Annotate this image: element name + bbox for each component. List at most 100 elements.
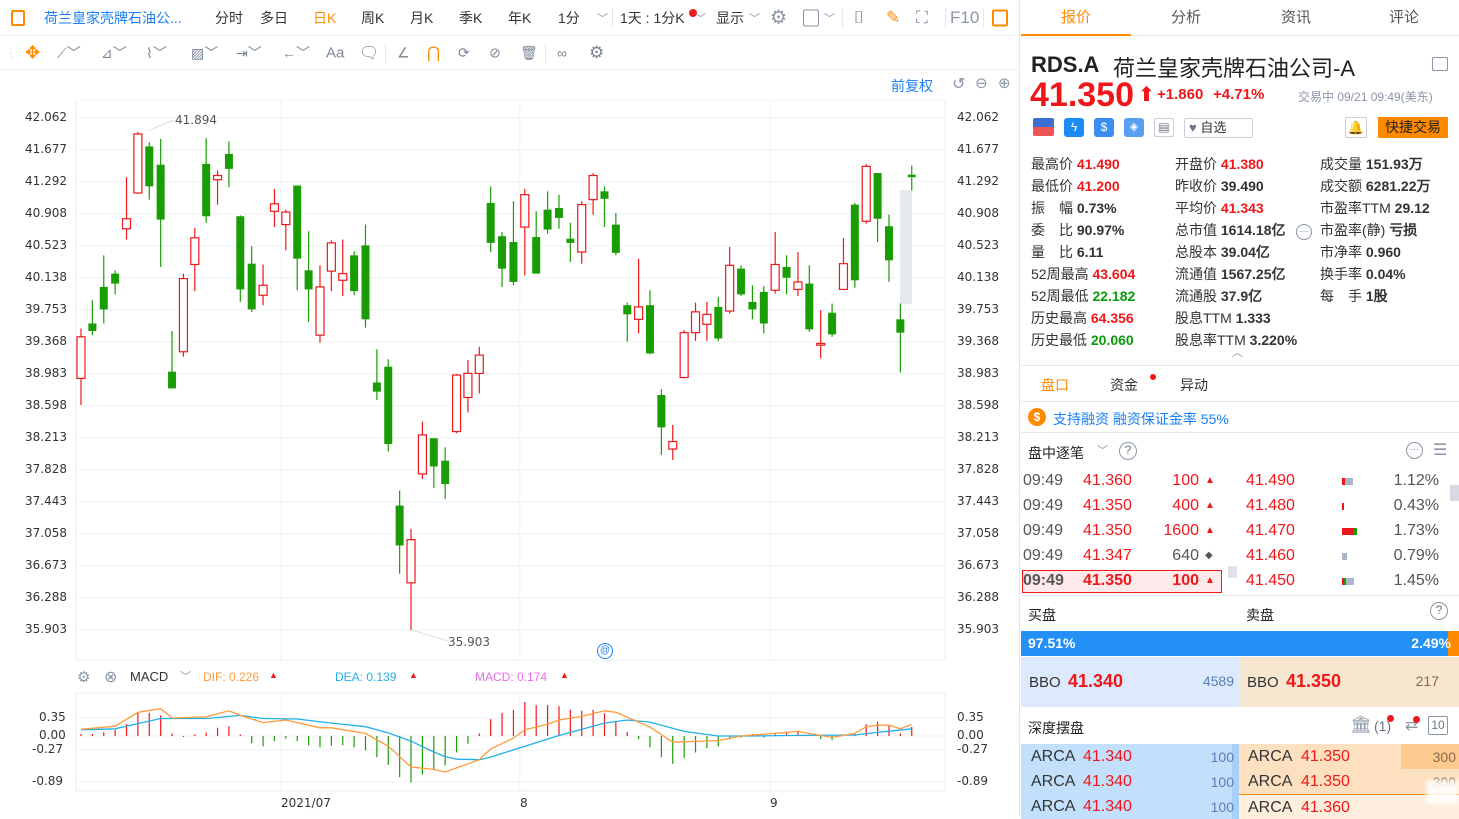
tab-news[interactable]: 资讯: [1241, 0, 1351, 36]
tag-icon[interactable]: ◈: [1124, 118, 1144, 137]
margin-note[interactable]: 支持融资 融资保证金率 55%: [1053, 409, 1229, 429]
depth-bid-row[interactable]: ARCA 41.340 100: [1021, 744, 1239, 769]
fibonacci-tool-icon[interactable]: ▨﹀: [191, 43, 218, 63]
drag-handle-icon[interactable]: ⋮: [5, 46, 17, 60]
ticks-title[interactable]: 盘中逐笔: [1028, 443, 1084, 463]
subtab-orderbook[interactable]: 盘口: [1041, 375, 1069, 395]
zoom-out-icon[interactable]: ⊖: [975, 74, 988, 92]
hide-icon[interactable]: ⊘: [489, 44, 501, 61]
depth-levels-button[interactable]: 10: [1428, 716, 1448, 735]
list-icon[interactable]: ☰: [1433, 440, 1447, 460]
period-tab[interactable]: 年K: [508, 8, 531, 28]
tick-row[interactable]: 09:49 41.350 1600 ▲ 41.470 1.73%: [1021, 520, 1449, 544]
chevron-down-icon[interactable]: ﹀: [180, 668, 191, 684]
gear-icon[interactable]: ⚙: [589, 43, 604, 63]
depth-bid-row[interactable]: ARCA 41.340 100: [1021, 794, 1239, 819]
flash-icon[interactable]: ϟ: [1064, 118, 1084, 137]
depth-ask-row[interactable]: ARCA 41.350 300: [1239, 744, 1459, 769]
line-tool-icon[interactable]: ⟋﹀: [57, 43, 81, 63]
period-tab[interactable]: 分时: [215, 8, 243, 28]
magnet-icon[interactable]: ⋂: [427, 43, 440, 63]
display-menu[interactable]: 显示: [716, 8, 744, 28]
wave-tool-icon[interactable]: ⌇﹀: [146, 43, 167, 63]
tick-row[interactable]: 09:49 41.360 100 ▲ 41.490 1.12%: [1021, 470, 1449, 494]
measure-tool-icon[interactable]: ⇥﹀: [236, 43, 262, 63]
indicator-name[interactable]: MACD: [130, 669, 168, 684]
period-tab[interactable]: 月K: [410, 8, 433, 28]
more-icon[interactable]: ···: [1406, 442, 1423, 459]
stat-value: 41.490: [1076, 156, 1120, 172]
text-tool[interactable]: Aa: [326, 44, 344, 61]
layout-icon[interactable]: [803, 9, 819, 26]
candle-up: [588, 174, 598, 201]
dollar-icon[interactable]: $: [1094, 118, 1114, 137]
up-arrow-icon: ▲: [1205, 575, 1215, 586]
gear-icon[interactable]: ⚙: [770, 6, 787, 29]
detail-icon[interactable]: [1432, 57, 1448, 71]
arrow-tool-icon[interactable]: ←﹀: [282, 43, 310, 63]
chevron-down-icon[interactable]: ﹀: [597, 10, 608, 26]
depth-bid-row[interactable]: ARCA 41.340 100: [1021, 769, 1239, 794]
subtab-movements[interactable]: 异动: [1180, 375, 1208, 395]
tab-comments[interactable]: 评论: [1349, 0, 1459, 36]
chevron-down-icon[interactable]: ﹀: [695, 10, 706, 26]
pencil-icon[interactable]: ✎: [886, 8, 900, 28]
help-icon[interactable]: ?: [1430, 602, 1448, 620]
trash-icon[interactable]: 🗑: [520, 44, 538, 61]
tick-row[interactable]: 09:49 41.350 400 ▲ 41.480 0.43%: [1021, 495, 1449, 519]
candle-down: [828, 312, 837, 335]
period-tab-active[interactable]: 日K: [313, 8, 336, 28]
bid-pct: 97.51%: [1028, 635, 1076, 651]
candle-down: [350, 255, 359, 292]
bbo-ask[interactable]: BBO 41.350 217: [1239, 657, 1459, 707]
gear-icon[interactable]: ⚙: [77, 668, 90, 686]
chevron-down-icon[interactable]: ﹀: [824, 10, 835, 26]
bbo-bid[interactable]: BBO 41.340 4589: [1021, 657, 1239, 707]
period-tab[interactable]: 季K: [459, 8, 482, 28]
zoom-in-icon[interactable]: ⊕: [998, 74, 1011, 92]
stock-name-link[interactable]: 荷兰皇家壳牌石油公...: [44, 8, 182, 28]
polyline-tool-icon[interactable]: ⊿﹀: [101, 43, 127, 63]
comment-icon[interactable]: 🗨: [359, 43, 379, 63]
macd-chart[interactable]: [0, 690, 1020, 816]
move-icon[interactable]: ✥: [25, 42, 40, 63]
more-icon[interactable]: ···: [1296, 224, 1312, 240]
collapse-icon[interactable]: ︿: [1232, 344, 1243, 360]
chevron-down-icon[interactable]: ﹀: [749, 10, 760, 26]
period-tab[interactable]: 周K: [361, 8, 384, 28]
chevron-down-icon[interactable]: ﹀: [1097, 442, 1108, 458]
bank-icon[interactable]: 🏛: [1350, 715, 1372, 735]
fullscreen-icon[interactable]: ⛶: [916, 8, 928, 28]
tab-analysis[interactable]: 分析: [1131, 0, 1241, 36]
compare-icon[interactable]: ∞: [557, 45, 567, 61]
f10-button[interactable]: F10: [950, 8, 979, 28]
subtab-capital[interactable]: 资金: [1110, 375, 1138, 395]
range-selector[interactable]: 1天 : 1分K: [620, 8, 685, 28]
candle-down: [532, 237, 541, 274]
watchlist-button[interactable]: ♥ 自选: [1184, 118, 1253, 138]
overlay-glare: [1426, 780, 1459, 804]
panel-toggle-icon[interactable]: [992, 9, 1008, 26]
stat-value: 1股: [1365, 288, 1388, 304]
help-icon[interactable]: ?: [1119, 442, 1137, 460]
period-tab[interactable]: 多日: [260, 8, 288, 28]
locate-icon[interactable]: @: [597, 643, 613, 659]
close-icon[interactable]: ⊗: [104, 667, 117, 687]
tab-quote[interactable]: 报价: [1021, 0, 1131, 36]
angle-icon[interactable]: ∠: [397, 44, 410, 61]
quote-panel: 报价 分析 资讯 评论 RDS.A 荷兰皇家壳牌石油公司-A 41.350 ⬆ …: [1021, 0, 1459, 819]
camera-icon[interactable]: ⌷: [854, 8, 864, 28]
exchange: ARCA: [1248, 773, 1293, 790]
bell-icon[interactable]: 🔔: [1345, 117, 1367, 138]
tick-price: 41.350: [1083, 572, 1132, 589]
period-tab[interactable]: 1分: [558, 8, 580, 28]
candlestick-chart[interactable]: [0, 100, 1020, 662]
adjust-mode-button[interactable]: 前复权: [891, 76, 933, 96]
reset-icon[interactable]: ↺: [952, 74, 965, 94]
candle-up: [212, 174, 223, 181]
sync-icon[interactable]: ⟳: [458, 44, 470, 61]
sidebar-toggle-icon[interactable]: [11, 9, 25, 26]
quick-trade-button[interactable]: 快捷交易: [1378, 117, 1448, 138]
scrollbar[interactable]: [1450, 485, 1459, 501]
note-icon[interactable]: ▤: [1154, 118, 1174, 137]
